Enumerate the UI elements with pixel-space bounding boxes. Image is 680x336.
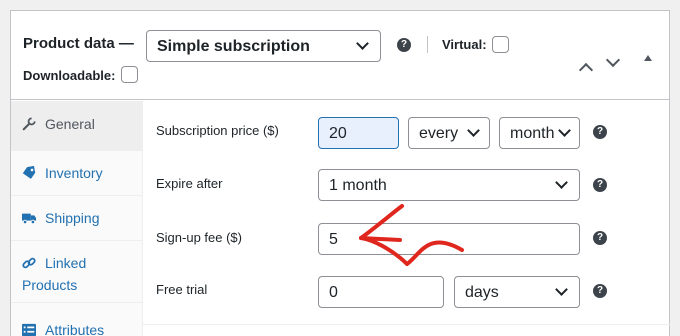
- wrench-icon: [22, 117, 36, 131]
- toggle-panel-icon[interactable]: [644, 55, 652, 61]
- product-data-panel: Product data — Simple subscription ? Vir…: [10, 10, 671, 336]
- list-icon: [22, 323, 36, 336]
- help-icon[interactable]: ?: [593, 231, 607, 245]
- tab-attributes-label: Attributes: [45, 322, 105, 336]
- downloadable-label: Downloadable:: [23, 68, 116, 83]
- subscription-price-value: 20: [329, 125, 347, 142]
- free-trial-label: Free trial: [156, 282, 208, 297]
- tab-attributes[interactable]: Attributes: [11, 303, 142, 336]
- move-down-icon[interactable]: [605, 52, 621, 68]
- free-trial-unit-value: days: [465, 284, 499, 301]
- expire-after-label: Expire after: [156, 176, 223, 191]
- product-data-tabs: General Inventory Shipping Linked Produc…: [11, 101, 143, 336]
- truck-icon: [22, 213, 36, 225]
- tab-linked-products[interactable]: Linked Products: [11, 241, 142, 303]
- help-icon[interactable]: ?: [593, 284, 607, 298]
- divider: [143, 324, 671, 325]
- billing-period-value: every: [419, 125, 459, 142]
- billing-interval-select[interactable]: month: [499, 117, 580, 149]
- product-type-value: Simple subscription: [157, 38, 310, 55]
- expire-after-select[interactable]: 1 month: [318, 169, 580, 201]
- free-trial-value: 0: [329, 284, 338, 301]
- chevron-down-icon: [555, 176, 568, 189]
- free-trial-input[interactable]: 0: [318, 276, 444, 308]
- help-icon[interactable]: ?: [593, 125, 607, 139]
- subscription-price-label: Subscription price ($): [156, 123, 279, 138]
- downloadable-checkbox[interactable]: [121, 66, 138, 83]
- divider: [427, 36, 428, 53]
- link-icon: [22, 257, 36, 269]
- help-icon[interactable]: ?: [593, 178, 607, 192]
- tab-general[interactable]: General: [11, 101, 142, 151]
- billing-period-select[interactable]: every: [408, 117, 490, 149]
- tab-inventory[interactable]: Inventory: [11, 151, 142, 196]
- chevron-down-icon: [356, 37, 369, 50]
- tab-linked-label-2: Products: [22, 277, 78, 293]
- chevron-down-icon: [555, 283, 568, 296]
- free-trial-unit-select[interactable]: days: [454, 276, 580, 308]
- chevron-down-icon: [558, 124, 571, 137]
- billing-interval-value: month: [510, 125, 555, 142]
- chevron-down-icon: [467, 124, 480, 137]
- expire-after-value: 1 month: [329, 177, 387, 194]
- virtual-checkbox[interactable]: [492, 36, 509, 53]
- product-data-title: Product data —: [23, 35, 134, 52]
- virtual-label: Virtual:: [442, 37, 487, 52]
- tab-general-label: General: [45, 116, 95, 132]
- tab-inventory-label: Inventory: [45, 165, 103, 181]
- tag-icon: [22, 166, 36, 179]
- tab-linked-label: Linked: [45, 255, 87, 271]
- move-up-icon[interactable]: [578, 62, 594, 78]
- product-type-select[interactable]: Simple subscription: [146, 30, 381, 62]
- signup-fee-input[interactable]: 5: [318, 223, 580, 255]
- signup-fee-value: 5: [329, 231, 338, 248]
- product-data-header: Product data — Simple subscription ? Vir…: [11, 11, 669, 100]
- tab-shipping-label: Shipping: [45, 210, 100, 226]
- help-icon[interactable]: ?: [397, 38, 411, 52]
- signup-fee-label: Sign-up fee ($): [156, 230, 242, 245]
- subscription-price-input[interactable]: 20: [318, 117, 399, 149]
- tab-shipping[interactable]: Shipping: [11, 196, 142, 241]
